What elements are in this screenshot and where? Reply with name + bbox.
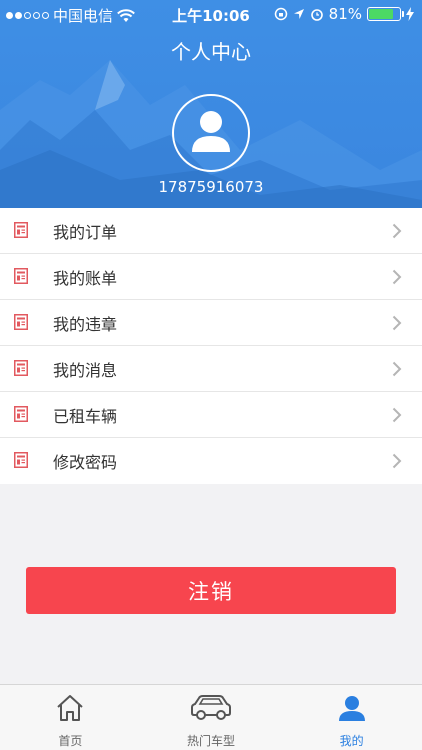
- profile-menu: 我的订单 我的账单 我的违章 我的消息 已租车辆 修改密码: [0, 208, 422, 484]
- tab-bar: 首页 热门车型 我的: [0, 684, 422, 750]
- menu-item-orders[interactable]: 我的订单: [0, 208, 422, 254]
- document-icon: [14, 222, 28, 238]
- battery-percent: 81%: [328, 5, 362, 23]
- document-icon: [14, 268, 28, 284]
- document-icon: [14, 406, 28, 422]
- home-icon: [57, 695, 84, 721]
- document-icon: [14, 314, 28, 330]
- chevron-right-icon: [392, 315, 402, 331]
- document-icon: [14, 360, 28, 376]
- chevron-right-icon: [392, 269, 402, 285]
- user-icon: [338, 696, 365, 721]
- menu-item-label: 我的违章: [53, 314, 118, 334]
- menu-item-rented-vehicles[interactable]: 已租车辆: [0, 392, 422, 438]
- car-icon: [191, 695, 231, 720]
- tab-home[interactable]: 首页: [0, 685, 141, 750]
- menu-item-label: 我的消息: [53, 360, 118, 380]
- chevron-right-icon: [392, 223, 402, 239]
- user-silhouette-icon: [192, 111, 230, 152]
- avatar[interactable]: [172, 94, 250, 172]
- menu-item-violations[interactable]: 我的违章: [0, 300, 422, 346]
- tab-label: 首页: [58, 734, 83, 748]
- status-bar: 中国电信 上午10:06 81%: [0, 0, 422, 30]
- alarm-icon: [310, 9, 323, 21]
- orientation-lock-icon: [274, 7, 287, 21]
- menu-item-label: 已租车辆: [53, 406, 118, 426]
- battery-icon: [367, 7, 404, 21]
- charging-bolt-icon: [406, 7, 414, 21]
- chevron-right-icon: [392, 453, 402, 469]
- menu-item-bills[interactable]: 我的账单: [0, 254, 422, 300]
- tab-label: 热门车型: [187, 734, 236, 748]
- tab-label: 我的: [339, 734, 364, 748]
- location-arrow-icon: [293, 9, 304, 19]
- menu-item-label: 修改密码: [53, 453, 118, 472]
- profile-header: 中国电信 上午10:06 81% 个人中心 17875916073: [0, 0, 422, 208]
- menu-item-messages[interactable]: 我的消息: [0, 346, 422, 392]
- logout-button[interactable]: 注销: [26, 567, 396, 614]
- chevron-right-icon: [392, 361, 402, 377]
- menu-item-change-password[interactable]: 修改密码: [0, 438, 422, 484]
- document-icon: [14, 452, 28, 468]
- chevron-right-icon: [392, 407, 402, 423]
- menu-item-label: 我的账单: [53, 268, 118, 288]
- user-phone-number: 17875916073: [158, 178, 264, 196]
- tab-popular-models[interactable]: 热门车型: [141, 685, 282, 750]
- menu-item-label: 我的订单: [53, 222, 118, 242]
- page-title: 个人中心: [171, 40, 251, 64]
- tab-mine[interactable]: 我的: [281, 685, 422, 750]
